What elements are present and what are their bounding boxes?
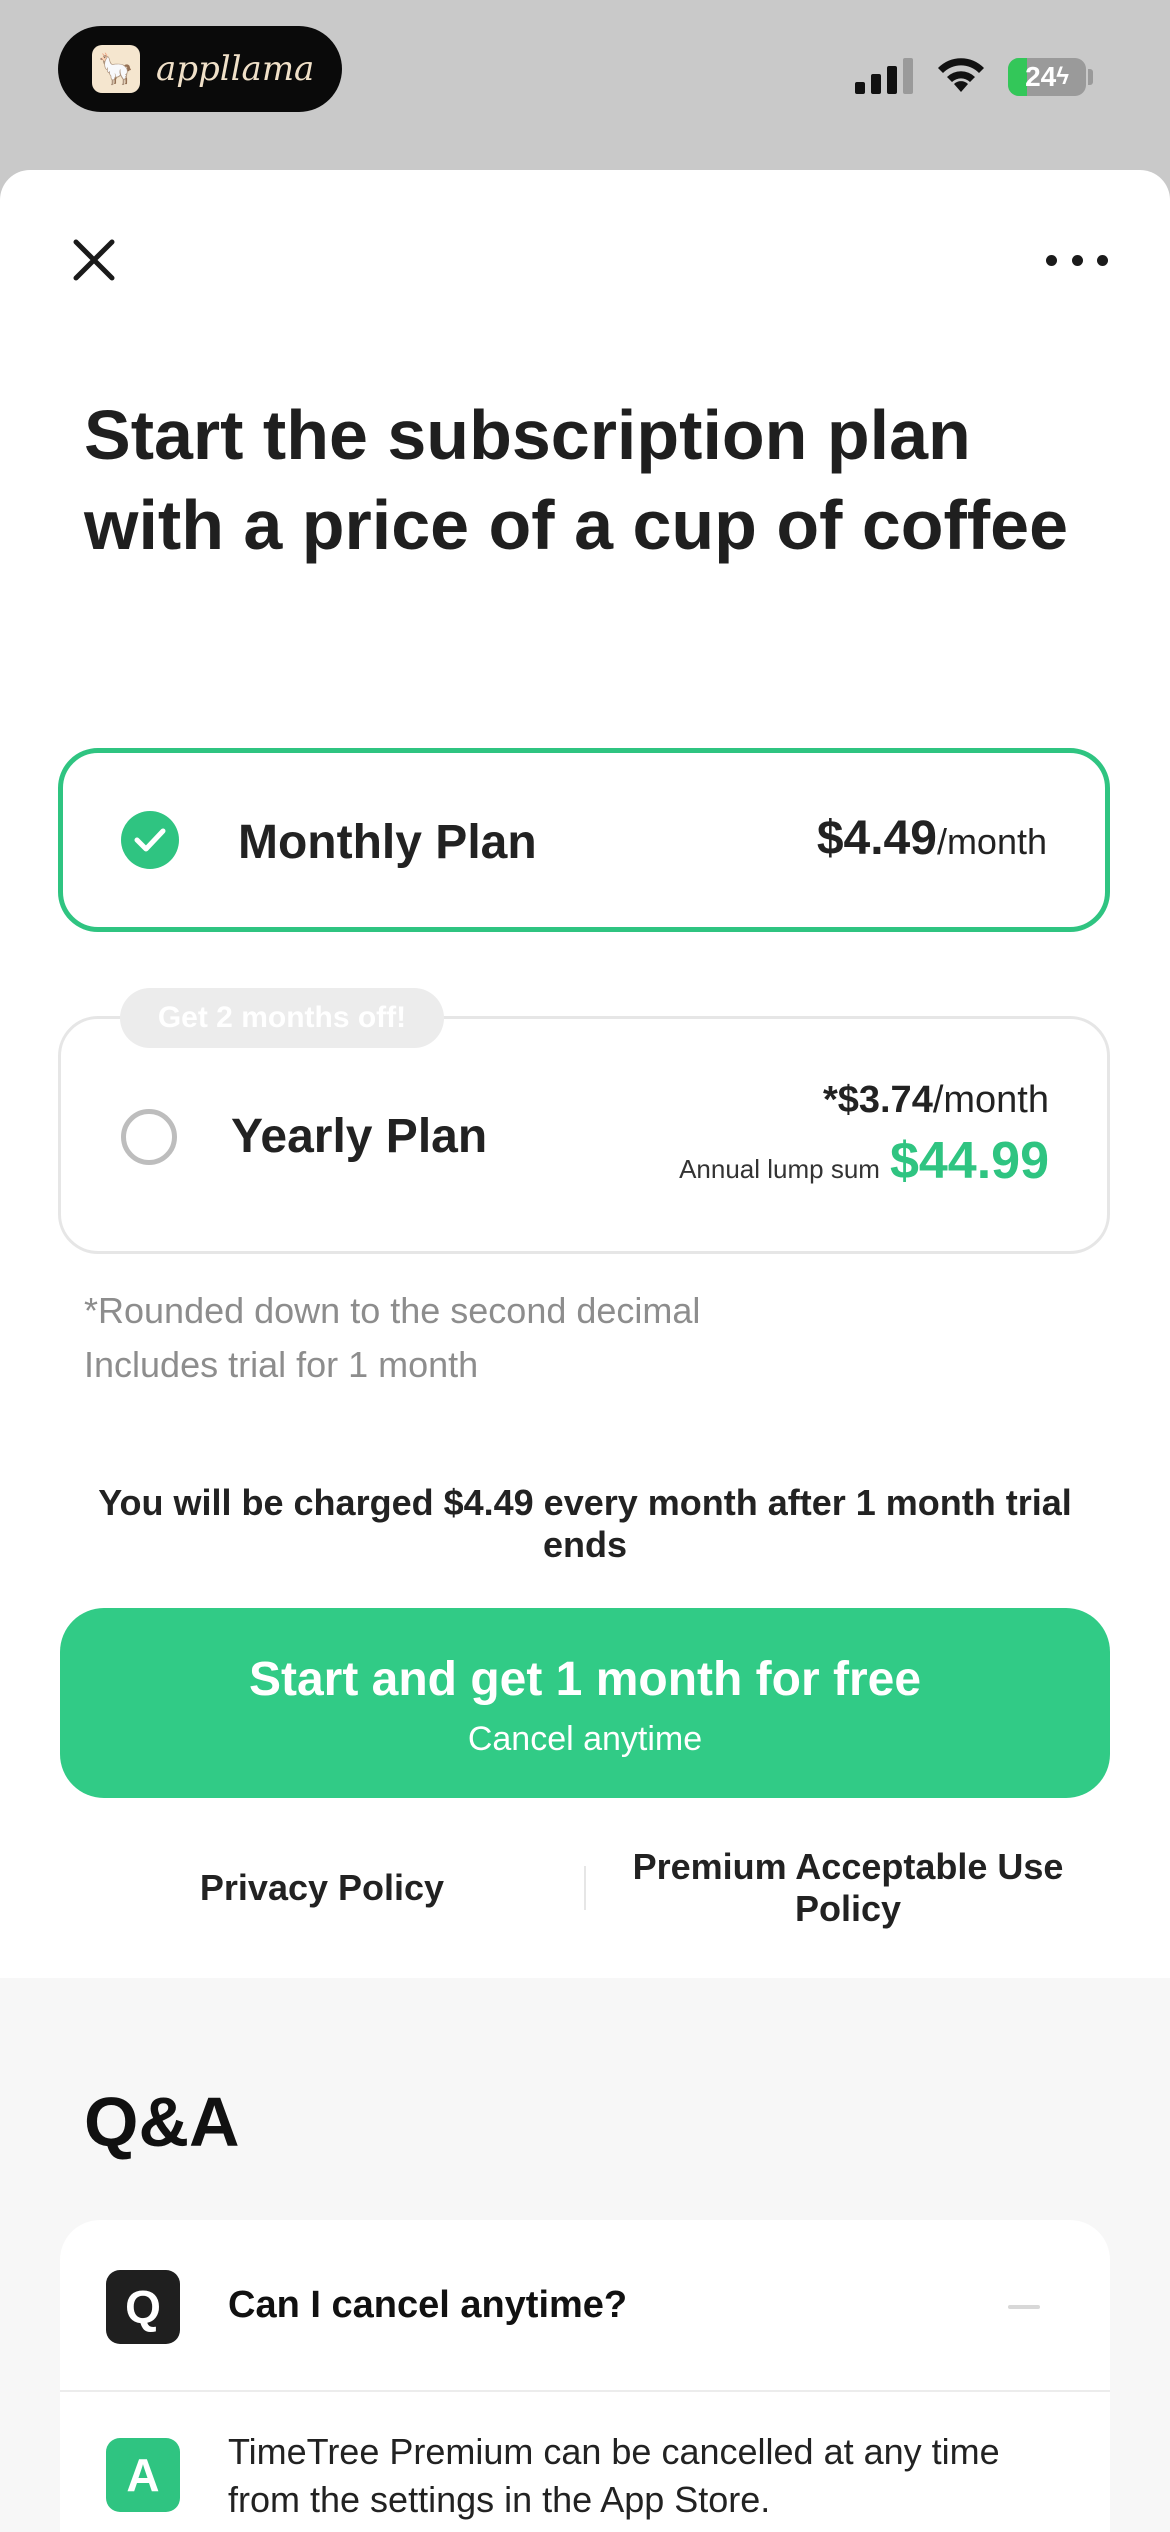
answer-icon: A bbox=[106, 2438, 180, 2512]
qa-section: Q&A Q Can I cancel anytime? A TimeTree P… bbox=[0, 1978, 1170, 2532]
trial-note: Includes trial for 1 month bbox=[84, 1344, 479, 1385]
yearly-plan-name: Yearly Plan bbox=[231, 1110, 488, 1163]
more-icon-dot bbox=[1071, 254, 1083, 266]
privacy-policy-link[interactable]: Privacy Policy bbox=[60, 1867, 584, 1909]
charging-bolt-icon: ϟ bbox=[1056, 63, 1069, 90]
status-brand-label: appllama bbox=[156, 49, 315, 89]
qa-divider bbox=[60, 2390, 1110, 2392]
radio-checked-icon bbox=[121, 811, 179, 869]
acceptable-use-policy-link[interactable]: Premium Acceptable Use Policy bbox=[586, 1846, 1110, 1930]
rounding-note: *Rounded down to the second decimal bbox=[84, 1290, 701, 1331]
qa-title: Q&A bbox=[84, 2083, 240, 2161]
yearly-per-month-price: *$3.74/month bbox=[823, 1079, 1049, 1122]
lump-sum-amount: $44.99 bbox=[889, 1132, 1049, 1190]
yearly-lump-sum: Annual lump sum $44.99 bbox=[679, 1131, 1049, 1191]
more-icon-dot bbox=[1097, 254, 1108, 266]
wifi-icon bbox=[938, 58, 984, 92]
question-icon: Q bbox=[106, 2270, 180, 2344]
page-title: Start the subscription plan with a price… bbox=[84, 396, 1069, 564]
qa-question: Can I cancel anytime? bbox=[228, 2284, 628, 2326]
lump-sum-label: Annual lump sum bbox=[679, 1154, 880, 1184]
yearly-per-month-amount: $3.74 bbox=[837, 1079, 933, 1121]
close-button[interactable] bbox=[64, 230, 124, 290]
start-trial-button[interactable]: Start and get 1 month for free Cancel an… bbox=[60, 1608, 1110, 1798]
battery-icon: 24 ϟ bbox=[1008, 58, 1086, 96]
yearly-asterisk: * bbox=[822, 1079, 838, 1121]
cta-subtitle: Cancel anytime bbox=[467, 1720, 703, 1758]
cellular-signal-icon bbox=[855, 58, 913, 94]
monthly-plan-price: $4.49/month bbox=[817, 811, 1047, 866]
checkmark-icon bbox=[134, 828, 166, 852]
radio-unchecked-icon bbox=[121, 1109, 177, 1165]
status-app-pill[interactable]: 🦙 appllama bbox=[58, 26, 342, 112]
more-icon-dot bbox=[1046, 254, 1057, 266]
battery-level: 24 bbox=[1025, 61, 1057, 92]
more-options-button[interactable] bbox=[1046, 240, 1108, 280]
discount-badge: Get 2 months off! bbox=[120, 988, 444, 1048]
battery-cap bbox=[1088, 69, 1093, 85]
monthly-price-period: /month bbox=[936, 821, 1047, 862]
subscription-sheet: Start the subscription plan with a price… bbox=[0, 170, 1170, 2532]
policy-links: Privacy Policy Premium Acceptable Use Po… bbox=[60, 1828, 1110, 1948]
close-icon bbox=[73, 239, 115, 281]
qa-answer: TimeTree Premium can be cancelled at any… bbox=[228, 2431, 1000, 2520]
collapse-icon[interactable] bbox=[1008, 2305, 1040, 2309]
charge-disclaimer: You will be charged $4.49 every month af… bbox=[98, 1482, 1072, 1565]
monthly-plan-option[interactable]: Monthly Plan $4.49/month bbox=[58, 748, 1110, 932]
qa-item[interactable]: Q Can I cancel anytime? A TimeTree Premi… bbox=[60, 2220, 1110, 2532]
monthly-plan-name: Monthly Plan bbox=[238, 816, 537, 869]
yearly-plan-option[interactable]: Yearly Plan *$3.74/month Annual lump sum… bbox=[58, 1016, 1110, 1254]
yearly-per-month-period: /month bbox=[932, 1079, 1049, 1121]
monthly-price-amount: $4.49 bbox=[816, 812, 937, 865]
cta-title: Start and get 1 month for free bbox=[248, 1653, 922, 1706]
llama-logo-icon: 🦙 bbox=[92, 45, 140, 93]
